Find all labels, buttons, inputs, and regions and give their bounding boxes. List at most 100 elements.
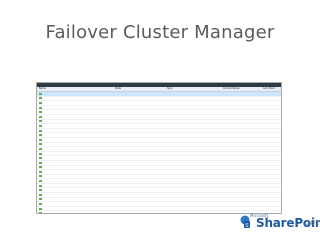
- cell-state: [115, 143, 167, 147]
- cell-auto-start: [263, 147, 281, 151]
- cell-owner: [223, 188, 263, 192]
- cell-type: [167, 166, 223, 170]
- cell-type: [167, 179, 223, 183]
- cell-state: [115, 156, 167, 160]
- column-type[interactable]: Type: [167, 87, 223, 91]
- column-auto-start[interactable]: Auto Start: [263, 87, 281, 91]
- sharepoint-logo: S Microsoft SharePoint 2010: [230, 210, 320, 240]
- cell-owner: [223, 115, 263, 119]
- cell-type: [167, 152, 223, 156]
- cell-name: [37, 161, 115, 165]
- cell-owner: [223, 179, 263, 183]
- cell-auto-start: [263, 101, 281, 105]
- cell-owner: [223, 175, 263, 179]
- cell-type: [167, 202, 223, 206]
- resource-icon: [39, 92, 42, 95]
- cell-auto-start: [263, 143, 281, 147]
- cell-auto-start: [263, 179, 281, 183]
- cell-name: [37, 92, 115, 96]
- cell-type: [167, 193, 223, 197]
- cell-type: [167, 129, 223, 133]
- cell-type: [167, 211, 223, 213]
- cell-auto-start: [263, 166, 281, 170]
- cell-type: [167, 101, 223, 105]
- slide-title: Failover Cluster Manager: [45, 22, 275, 43]
- resource-icon: [39, 180, 42, 183]
- cell-name: [37, 202, 115, 206]
- resource-icon: [39, 106, 42, 109]
- cell-owner: [223, 161, 263, 165]
- column-name[interactable]: Name: [37, 87, 115, 91]
- resource-icon: [39, 147, 42, 150]
- cell-state: [115, 198, 167, 202]
- cell-type: [167, 161, 223, 165]
- cell-state: [115, 152, 167, 156]
- cell-state: [115, 115, 167, 119]
- cell-type: [167, 124, 223, 128]
- cell-state: [115, 179, 167, 183]
- resource-icon: [39, 184, 42, 187]
- cell-type: [167, 143, 223, 147]
- resource-icon: [39, 157, 42, 160]
- cell-state: [115, 133, 167, 137]
- resource-icon: [39, 143, 42, 146]
- cell-name: [37, 129, 115, 133]
- cell-name: [37, 97, 115, 101]
- cell-name: [37, 147, 115, 151]
- cell-auto-start: [263, 115, 281, 119]
- cell-owner: [223, 92, 263, 96]
- cell-type: [167, 92, 223, 96]
- cell-owner: [223, 170, 263, 174]
- cell-auto-start: [263, 120, 281, 124]
- cell-name: [37, 101, 115, 105]
- cell-type: [167, 170, 223, 174]
- cell-type: [167, 184, 223, 188]
- resource-icon: [39, 134, 42, 137]
- cell-state: [115, 101, 167, 105]
- cell-type: [167, 106, 223, 110]
- resource-icon: [39, 120, 42, 123]
- cell-type: [167, 188, 223, 192]
- cell-type: [167, 156, 223, 160]
- cell-name: [37, 133, 115, 137]
- cell-auto-start: [263, 106, 281, 110]
- cell-auto-start: [263, 161, 281, 165]
- cell-name: [37, 207, 115, 211]
- cell-owner: [223, 193, 263, 197]
- cell-state: [115, 207, 167, 211]
- cell-type: [167, 198, 223, 202]
- product-year: 2010: [306, 219, 320, 227]
- resource-icon: [39, 101, 42, 104]
- cell-state: [115, 124, 167, 128]
- cell-name: [37, 138, 115, 142]
- cell-auto-start: [263, 124, 281, 128]
- column-state[interactable]: State: [115, 87, 167, 91]
- resource-icon: [39, 207, 42, 210]
- cell-name: [37, 152, 115, 156]
- cell-state: [115, 110, 167, 114]
- column-owner[interactable]: Current Owner: [223, 87, 263, 91]
- resource-icon: [39, 189, 42, 192]
- resource-icon: [39, 203, 42, 206]
- cell-owner: [223, 156, 263, 160]
- cell-name: [37, 198, 115, 202]
- resource-icon: [39, 138, 42, 141]
- cell-owner: [223, 110, 263, 114]
- cell-state: [115, 166, 167, 170]
- cell-type: [167, 115, 223, 119]
- cell-owner: [223, 147, 263, 151]
- cell-owner: [223, 152, 263, 156]
- cell-state: [115, 175, 167, 179]
- cell-owner: [223, 106, 263, 110]
- cell-owner: [223, 198, 263, 202]
- cell-owner: [223, 143, 263, 147]
- cell-type: [167, 133, 223, 137]
- cell-auto-start: [263, 188, 281, 192]
- cell-auto-start: [263, 133, 281, 137]
- cell-owner: [223, 129, 263, 133]
- cell-auto-start: [263, 138, 281, 142]
- resource-icon: [39, 161, 42, 164]
- cell-state: [115, 138, 167, 142]
- resource-icon: [39, 212, 42, 213]
- cell-name: [37, 120, 115, 124]
